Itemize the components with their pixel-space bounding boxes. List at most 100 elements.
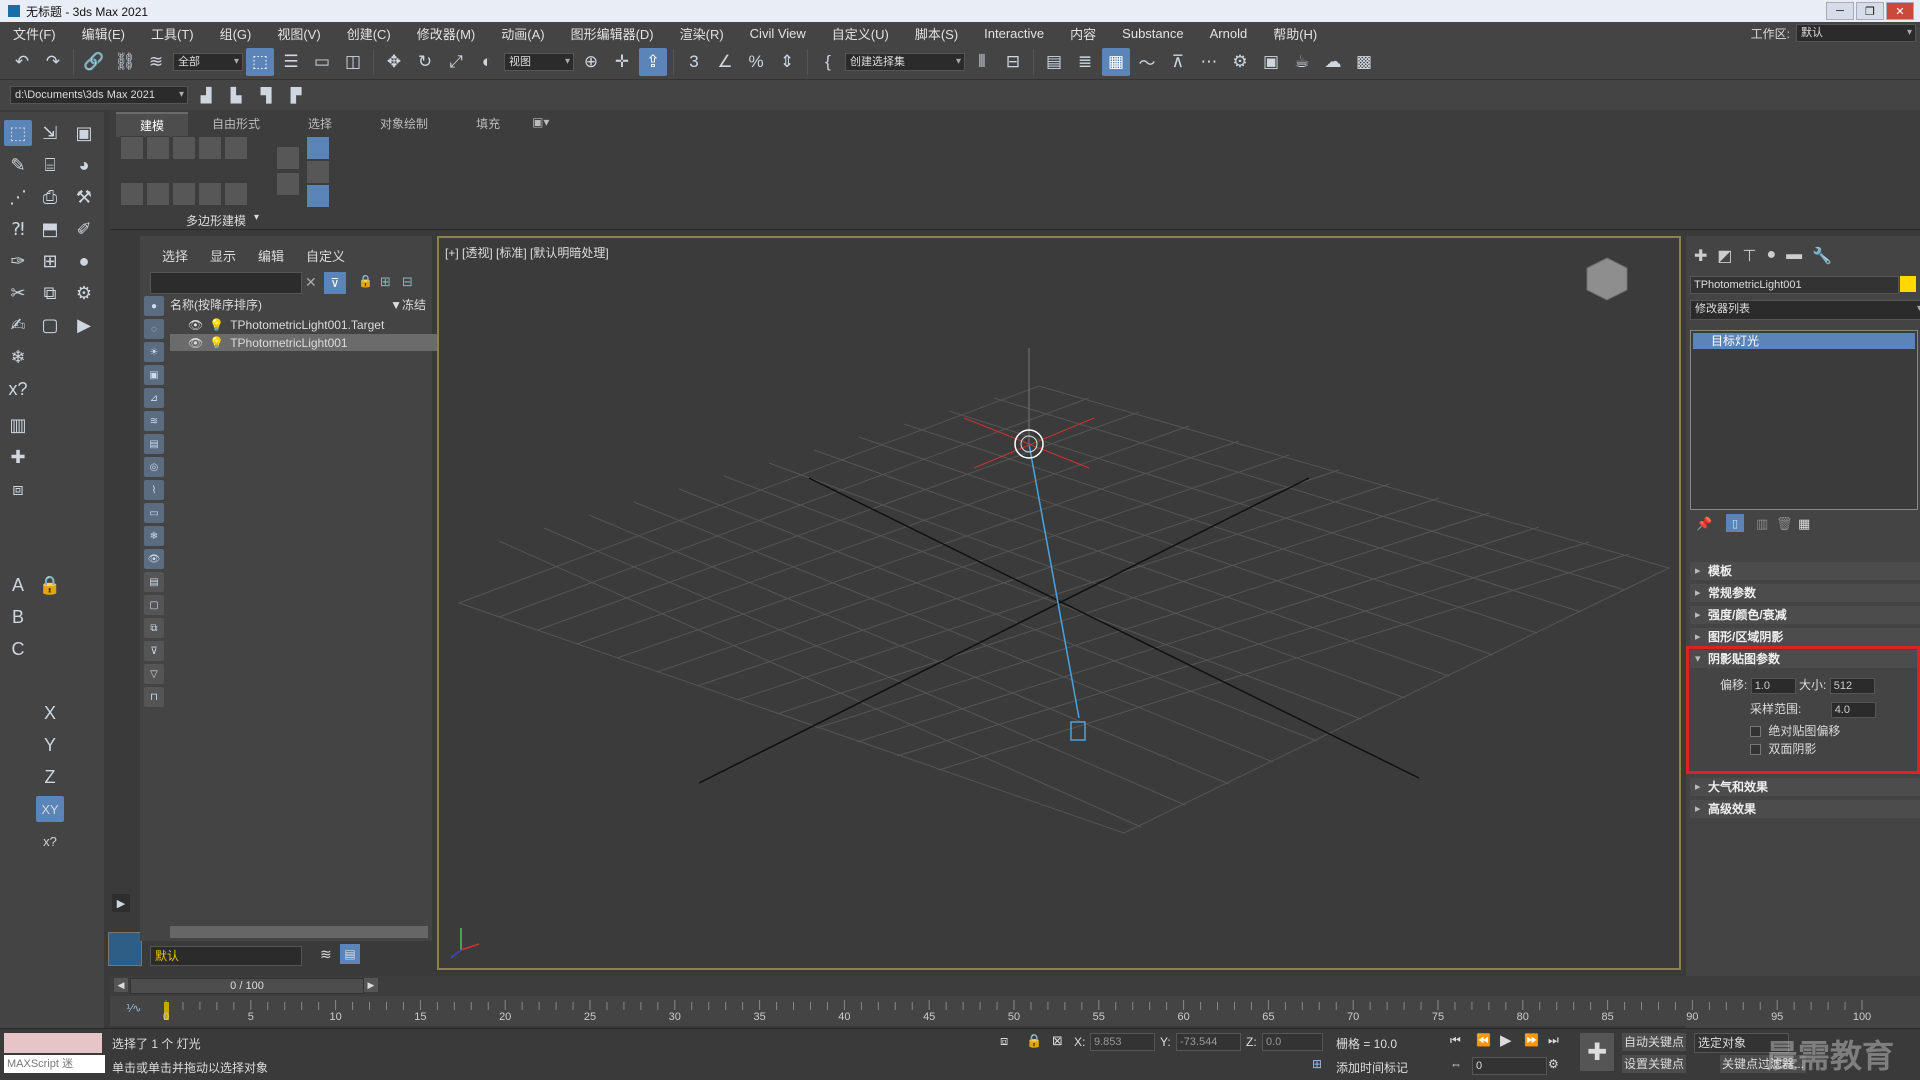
menu-help[interactable]: 帮助(H) [1260,24,1330,43]
eye-icon[interactable]: 👁 [188,336,203,350]
invert-select-icon[interactable]: ⧉ [144,618,164,638]
fill-icon[interactable]: ⊞ [36,248,64,274]
prev-frame-arrow-icon[interactable]: ◀ [114,978,128,992]
render-iterative-icon[interactable]: ▩ [1350,48,1378,76]
pin-stack-icon[interactable]: 📌 [1696,516,1712,532]
lock-icon[interactable]: 🔒 [36,572,64,598]
ribbon-tool-3[interactable] [172,136,196,160]
axis-z-icon[interactable]: Z [36,764,64,790]
stack-item[interactable]: 目标灯光 [1693,333,1915,349]
axis-y-icon[interactable]: Y [36,732,64,758]
add-time-tag[interactable]: 添加时间标记 [1336,1059,1408,1076]
menu-arnold[interactable]: Arnold [1197,26,1261,41]
create-tool-icon[interactable]: ⇲ [36,120,64,146]
ribbon-tool-14[interactable] [306,160,330,184]
remove-modifier-icon[interactable]: 🗑 [1776,516,1793,532]
material-editor-icon[interactable]: ⋯ [1195,48,1223,76]
ribbon-tool-5[interactable] [224,136,248,160]
modify-panel-icon[interactable]: ◩ [1717,246,1732,266]
menu-animation[interactable]: 动画(A) [488,24,557,43]
tab-freeform[interactable]: 自由形式 [188,112,284,137]
scene-explorer-icon[interactable]: ▦ [1102,47,1130,76]
shape-filter-icon[interactable]: ◌ [144,319,164,339]
ribbon-tool-11[interactable] [276,146,300,170]
select-tool-icon[interactable]: ⬚ [4,120,32,146]
angle-snap-icon[interactable]: ∠ [711,48,739,76]
ribbon-tool-13[interactable] [306,136,330,160]
select-none-icon[interactable]: ▢ [144,595,164,615]
layer-stack-icon[interactable]: ⧈ [4,476,32,502]
hierarchy-icon[interactable]: ⊞ [380,274,391,290]
horizontal-scrollbar[interactable] [170,926,428,938]
move-icon[interactable]: ✥ [380,48,408,76]
tab-selection[interactable]: 选择 [284,112,356,137]
hammer-icon[interactable]: ⚒ [70,184,98,210]
menu-file[interactable]: 文件(F) [0,24,69,43]
selection-lock-icon[interactable]: 🔒 [1026,1033,1042,1049]
edit-named-selection-icon[interactable]: { [814,48,842,76]
keyboard-shortcut-toggle-icon[interactable]: ⇪ [639,47,667,76]
current-frame-field[interactable]: 0 [1472,1057,1547,1075]
axis-xy-icon[interactable]: XY [36,796,64,822]
object-name-field[interactable]: TPhotometricLight001 [1690,276,1899,294]
spinner-snap-icon[interactable]: ⇕ [773,48,801,76]
next-frame-arrow-icon[interactable]: ▶ [364,978,378,992]
stack-icon[interactable]: ⧉ [36,280,64,306]
rollout-intensity[interactable]: 强度/颜色/衰减 [1690,606,1920,624]
redo-icon[interactable]: ↷ [39,48,67,76]
create-panel-icon[interactable]: ✚ [1694,246,1707,266]
place-icon[interactable]: ◐ [473,48,501,76]
viewport-perspective[interactable]: [+] [透视] [标准] [默认明暗处理] [437,236,1681,970]
menu-rendering[interactable]: 渲染(R) [667,24,737,43]
x-coordinate-field[interactable]: 9.853 [1090,1033,1155,1051]
wand-icon[interactable]: ⁈ [4,216,32,242]
menu-tools[interactable]: 工具(T) [138,24,207,43]
maxscript-input[interactable]: MAXScript 迷 [4,1055,105,1073]
box-outline-icon[interactable]: ⬒ [36,216,64,242]
ribbon-tool-6[interactable] [120,182,144,206]
menu-graph-editors[interactable]: 图形编辑器(D) [558,24,667,43]
window-crossing-icon[interactable]: ◫ [339,48,367,76]
select-object-icon[interactable]: ⬚ [246,47,274,76]
brush-paint-icon[interactable]: ✍ [4,312,32,338]
time-slider-thumb[interactable]: 0 / 100 [130,978,364,994]
text-a-icon[interactable]: A [4,572,32,598]
snaps-toggle-icon[interactable]: 3 [680,48,708,76]
render-cloud-icon[interactable]: ☁ [1319,48,1347,76]
ribbon-tool-10[interactable] [224,182,248,206]
close-button[interactable]: ✕ [1886,2,1914,20]
menu-customize[interactable]: 自定义(U) [819,24,902,43]
printer-icon[interactable]: ⎙ [36,184,64,210]
project-settings-icon[interactable]: ▛ [284,84,308,106]
name-column-header[interactable]: 名称(按降序排序) [170,298,262,312]
rollout-advanced-effects[interactable]: 高级效果 [1690,800,1920,818]
align-icon[interactable]: ⊟ [999,48,1027,76]
brush-icon[interactable]: ✐ [70,216,98,242]
mirror-icon[interactable]: ⫴ [968,48,996,76]
lasso-icon[interactable]: ✎ [4,152,32,178]
curve-editor-icon[interactable]: 〜 [1133,48,1161,76]
rollout-atmospheres[interactable]: 大气和效果 [1690,778,1920,796]
ribbon-tool-15[interactable] [306,184,330,208]
time-tag-icon[interactable]: ⊞ [1312,1057,1322,1071]
scene-explorer-toggle-icon[interactable]: ▤ [340,944,360,964]
key-mode-icon[interactable]: ⇔ [1450,1057,1462,1071]
explorer-menu-edit[interactable]: 编辑 [258,246,284,265]
timeline[interactable]: ⅟∿ 0 5 10 15 20 25 30 35 40 45 50 55 60 65 70 75 80 85 90 9… [110,996,1920,1026]
menu-view[interactable]: 视图(V) [264,24,333,43]
axis-x2-icon[interactable]: x? [36,828,64,854]
scale-icon[interactable]: ⤢ [442,48,470,76]
rollout-templates[interactable]: 模板 [1690,562,1920,580]
layer-explorer-icon[interactable]: ▤ [1040,48,1068,76]
ribbon-tool-4[interactable] [198,136,222,160]
ribbon-tool-7[interactable] [146,182,170,206]
pin-icon[interactable]: ⊓ [144,687,164,707]
rect-selection-icon[interactable]: ▭ [308,48,336,76]
funnel-2-icon[interactable]: ▽ [144,664,164,684]
ribbon-group-label[interactable]: 多边形建模 [186,212,246,229]
named-selection-set-dropdown[interactable]: 创建选择集 [845,52,965,71]
spacewarp-filter-icon[interactable]: ≋ [144,411,164,431]
panel-icon[interactable]: ▢ [36,312,64,338]
object-color-swatch[interactable] [1900,276,1916,292]
explorer-menu-select[interactable]: 选择 [162,246,188,265]
